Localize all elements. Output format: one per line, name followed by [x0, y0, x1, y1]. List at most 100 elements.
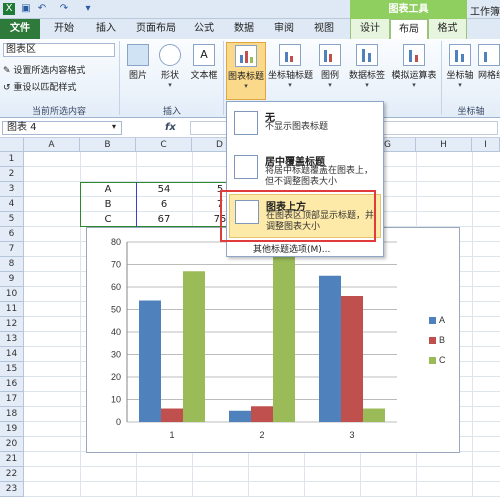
- row-header[interactable]: 19: [0, 422, 24, 437]
- tab-data[interactable]: 数据: [226, 19, 262, 39]
- chevron-down-icon: ▾: [412, 81, 416, 89]
- column-header[interactable]: C: [136, 138, 192, 152]
- tab-home[interactable]: 开始: [44, 19, 84, 39]
- customize-quick-access-icon[interactable]: ▾: [82, 3, 94, 15]
- column-header[interactable]: H: [416, 138, 472, 152]
- chevron-down-icon[interactable]: ▾: [112, 122, 116, 131]
- format-selection-label: 设置所选内容格式: [13, 66, 86, 76]
- table-cell[interactable]: C: [80, 212, 136, 227]
- shapes-button[interactable]: 形状 ▾: [156, 42, 184, 100]
- highlight-annotation: [220, 190, 376, 242]
- bar: [363, 408, 385, 422]
- legend-button[interactable]: 图例 ▾: [316, 42, 344, 100]
- row-header[interactable]: 4: [0, 197, 24, 212]
- option-description: 将居中标题覆盖在图表上，但不调整图表大小: [265, 166, 374, 187]
- format-selection-button[interactable]: ✎ 设置所选内容格式: [3, 63, 85, 76]
- row-header[interactable]: 12: [0, 317, 24, 332]
- y-tick-label: 60: [111, 282, 121, 292]
- excel-logo-icon: X: [3, 3, 15, 15]
- row-header[interactable]: 13: [0, 332, 24, 347]
- y-tick-label: 0: [116, 417, 121, 427]
- chart-title-button[interactable]: 图表标题 ▾: [226, 42, 266, 100]
- chevron-down-icon: ▾: [458, 81, 462, 89]
- gridlines-icon: [478, 44, 500, 66]
- row-header[interactable]: 5: [0, 212, 24, 227]
- chevron-down-icon: ▾: [365, 81, 369, 89]
- row-header[interactable]: 20: [0, 437, 24, 452]
- row-header[interactable]: 1: [0, 152, 24, 167]
- tab-view[interactable]: 视图: [306, 19, 342, 39]
- picture-icon: [127, 44, 149, 66]
- redo-icon[interactable]: ↷: [58, 3, 70, 15]
- chart-title-overlay-option[interactable]: 居中覆盖标题 将居中标题覆盖在图表上，但不调整图表大小: [229, 150, 381, 194]
- table-cell[interactable]: B: [80, 197, 136, 212]
- chart-title-none-option[interactable]: 无 不显示图表标题: [229, 106, 381, 150]
- y-tick-label: 10: [111, 395, 121, 405]
- row-header[interactable]: 23: [0, 482, 24, 497]
- row-header[interactable]: 17: [0, 392, 24, 407]
- column-header[interactable]: A: [24, 138, 80, 152]
- picture-label: 图片: [128, 71, 147, 81]
- x-tick-label: 2: [259, 430, 264, 440]
- row-header[interactable]: 9: [0, 272, 24, 287]
- bar: [161, 408, 183, 422]
- bar: [183, 271, 205, 422]
- row-header[interactable]: 21: [0, 452, 24, 467]
- table-cell[interactable]: 67: [136, 212, 192, 227]
- bar: [139, 300, 161, 422]
- column-header[interactable]: I: [472, 138, 500, 152]
- row-header[interactable]: 14: [0, 347, 24, 362]
- y-tick-label: 70: [111, 260, 121, 270]
- row-header[interactable]: 22: [0, 467, 24, 482]
- save-icon[interactable]: ▣: [20, 3, 32, 15]
- table-cell[interactable]: A: [80, 182, 136, 197]
- title-bar: X ▣ ↶ ↷ ▾ 图表工具 工作簿1: [0, 0, 500, 19]
- data-table-label: 模拟运算表: [391, 71, 437, 81]
- column-header[interactable]: B: [80, 138, 136, 152]
- picture-button[interactable]: 图片: [124, 42, 152, 100]
- chart-area[interactable]: 0 10 20 30 40 50 60 70 80 1 2 3 A B C: [86, 227, 460, 453]
- row-header[interactable]: 16: [0, 377, 24, 392]
- value-range-highlight: [136, 182, 137, 227]
- chart-element-selector[interactable]: 图表区: [3, 43, 115, 57]
- tab-formulas[interactable]: 公式: [186, 19, 222, 39]
- row-header[interactable]: 7: [0, 242, 24, 257]
- more-title-options-link[interactable]: 其他标题选项(M)...: [253, 242, 330, 255]
- data-table-button[interactable]: 模拟运算表 ▾: [390, 42, 438, 100]
- tab-insert[interactable]: 插入: [86, 19, 126, 39]
- data-labels-button[interactable]: 数据标签 ▾: [348, 42, 386, 100]
- row-header[interactable]: 6: [0, 227, 24, 242]
- table-cell[interactable]: 54: [136, 182, 192, 197]
- legend-swatch: [429, 357, 436, 364]
- legend-label: 图例: [320, 71, 339, 81]
- select-all-corner[interactable]: [0, 138, 24, 152]
- row-header[interactable]: 15: [0, 362, 24, 377]
- tab-review[interactable]: 审阅: [266, 19, 302, 39]
- row-header[interactable]: 11: [0, 302, 24, 317]
- row-header[interactable]: 10: [0, 287, 24, 302]
- data-labels-icon: [356, 44, 378, 66]
- row-header[interactable]: 18: [0, 407, 24, 422]
- row-header[interactable]: 3: [0, 182, 24, 197]
- tab-layout[interactable]: 布局: [390, 19, 428, 39]
- group-separator: [119, 41, 120, 115]
- table-cell[interactable]: 6: [136, 197, 192, 212]
- tab-design[interactable]: 设计: [350, 19, 390, 39]
- bar-chart[interactable]: 0 10 20 30 40 50 60 70 80 1 2 3 ABC: [87, 228, 459, 452]
- tab-page-layout[interactable]: 页面布局: [130, 19, 182, 39]
- name-box[interactable]: 图表 4: [2, 121, 122, 135]
- row-header[interactable]: 8: [0, 257, 24, 272]
- undo-icon[interactable]: ↶: [36, 3, 48, 15]
- reset-style-button[interactable]: ↺ 重设以匹配样式: [3, 80, 76, 93]
- tab-file[interactable]: 文件: [0, 19, 40, 39]
- axis-titles-button[interactable]: 坐标轴标题 ▾: [268, 42, 313, 100]
- gridlines-button[interactable]: 网格线: [478, 42, 500, 100]
- axes-label: 坐标轴: [446, 71, 474, 81]
- insert-function-button[interactable]: fx: [165, 122, 176, 133]
- axes-button[interactable]: 坐标轴 ▾: [445, 42, 475, 100]
- row-header[interactable]: 2: [0, 167, 24, 182]
- tab-format[interactable]: 格式: [428, 19, 467, 39]
- legend-icon: [319, 44, 341, 66]
- data-table-icon: [403, 44, 425, 66]
- textbox-button[interactable]: A 文本框: [188, 42, 220, 100]
